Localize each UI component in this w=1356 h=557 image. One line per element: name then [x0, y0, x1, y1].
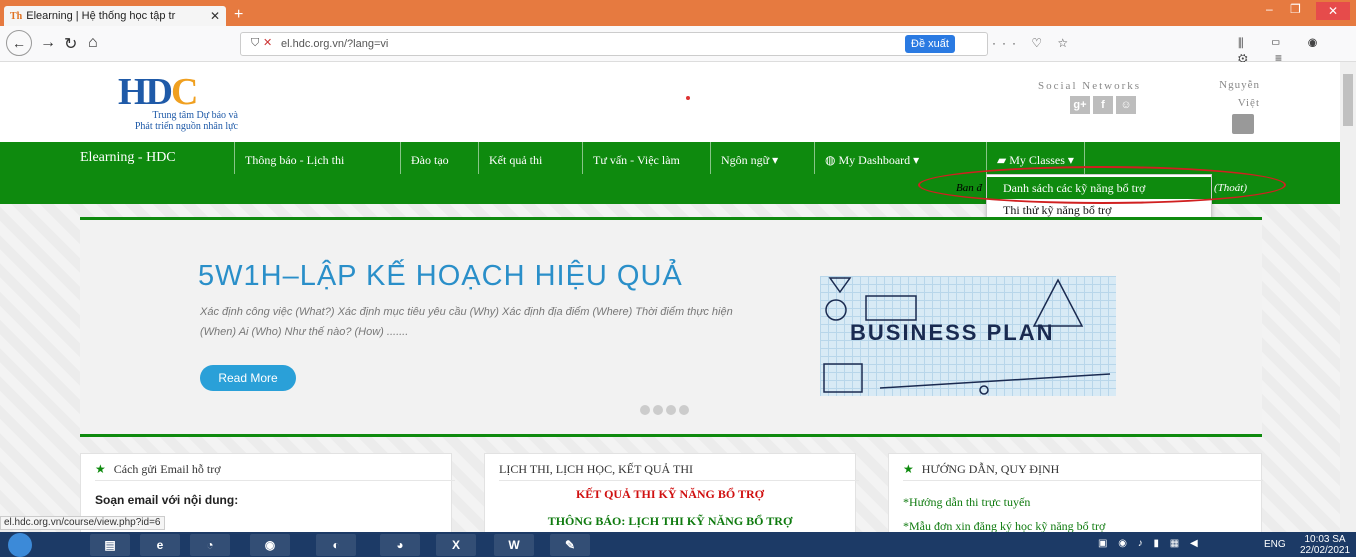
box2-divider: [499, 480, 859, 481]
suggest-button[interactable]: Đề xuất: [905, 35, 955, 53]
paint-taskbar-icon[interactable]: ✎: [550, 534, 590, 556]
user-first-name: Nguyễn: [1219, 79, 1260, 91]
nav-language[interactable]: Ngôn ngữ ▾: [710, 142, 788, 174]
back-icon[interactable]: ←: [6, 30, 32, 56]
insecure-lock-icon[interactable]: ✕: [263, 36, 272, 49]
scroll-thumb[interactable]: [1343, 74, 1353, 126]
business-plan-text: BUSINESS PLAN: [850, 320, 1055, 345]
nav-my-dashboard-label: My Dashboard ▾: [838, 153, 920, 167]
shield-icon[interactable]: ⛉: [251, 37, 259, 50]
highlight-ellipse: [918, 166, 1286, 204]
star-icon: ★: [95, 462, 106, 476]
clock-time: 10:03 SA: [1304, 534, 1346, 545]
home-icon[interactable]: ⌂: [88, 34, 98, 52]
browser-tab[interactable]: Th Elearning | Hệ thống học tập tr ✕: [4, 6, 226, 26]
site-logo[interactable]: HDC: [118, 70, 198, 114]
guide-box: ★ HƯỚNG DẪN, QUY ĐỊNH *Hướng dẫn thi trực…: [888, 453, 1263, 532]
reload-icon[interactable]: ↻: [64, 34, 77, 54]
web-page: HDC Trung tâm Dự báo và Phát triển nguồn…: [0, 62, 1356, 532]
nav-notices[interactable]: Thông báo - Lịch thi: [234, 142, 354, 174]
system-clock[interactable]: 10:03 SA 22/02/2021: [1300, 534, 1350, 556]
read-more-button[interactable]: Read More: [200, 365, 296, 391]
minimize-icon[interactable]: –: [1266, 2, 1273, 16]
firefox-taskbar-icon[interactable]: ◕: [380, 534, 420, 556]
business-plan-image: BUSINESS PLAN: [820, 276, 1116, 396]
start-button[interactable]: [8, 533, 32, 557]
nav-careers[interactable]: Tư vấn - Việc làm: [582, 142, 690, 174]
chat-icon[interactable]: ☺: [1116, 96, 1136, 114]
slider-dot-4[interactable]: [679, 405, 689, 415]
user-last-name: Việt: [1237, 97, 1260, 109]
user-name[interactable]: Nguyễn Việt: [1206, 76, 1260, 112]
excel-taskbar-icon[interactable]: X: [436, 534, 476, 556]
chrome-taskbar-icon[interactable]: ◉: [250, 534, 290, 556]
url-text: el.hdc.org.vn/?lang=vi: [281, 38, 389, 50]
box3-title-text: HƯỚNG DẪN, QUY ĐỊNH: [921, 462, 1060, 476]
logo-sub-line-2: Phát triển nguồn nhân lực: [134, 121, 238, 132]
box1-title-text: Cách gửi Email hỗ trợ: [113, 462, 221, 476]
logo-text: HD: [118, 71, 173, 113]
logo-subtitle: Trung tâm Dự báo và Phát triển nguồn nhâ…: [90, 110, 238, 132]
address-bar[interactable]: ⛉ ✕ el.hdc.org.vn/?lang=vi: [240, 32, 988, 56]
box2-title: LỊCH THI, LỊCH HỌC, KẾT QUẢ THI: [499, 462, 693, 476]
ie-taskbar-icon[interactable]: e: [140, 534, 180, 556]
user-avatar-icon[interactable]: [1232, 114, 1254, 134]
box3-link2[interactable]: *Mẫu đơn xin đăng ký học kỹ năng bổ trợ: [903, 519, 1105, 532]
page-actions-icons[interactable]: ··· ♡ ☆: [992, 36, 1074, 50]
logo-accent: C: [171, 71, 198, 113]
close-tab-icon[interactable]: ✕: [210, 9, 220, 23]
box3-link1[interactable]: *Hướng dẫn thi trực tuyến: [903, 495, 1030, 510]
decorative-dot: [686, 96, 690, 100]
slider-dot-3[interactable]: [666, 405, 676, 415]
dashboard-icon: ◍: [825, 153, 839, 167]
social-icons: g+ f ☺: [1070, 96, 1136, 114]
slider-dot-2[interactable]: [653, 405, 663, 415]
favicon-icon: Th: [10, 10, 23, 22]
slide-description: Xác định công việc (What?) Xác định mục …: [200, 306, 733, 338]
box1-title: ★ Cách gửi Email hỗ trợ: [95, 462, 221, 477]
clock-date: 22/02/2021: [1300, 545, 1351, 556]
box1-line1: Soạn email với nội dung:: [95, 493, 239, 507]
firefox-old-taskbar-icon[interactable]: ◔: [190, 534, 230, 556]
nav-my-dashboard[interactable]: ◍ My Dashboard ▾: [814, 142, 929, 174]
slider-dot-1[interactable]: [640, 405, 650, 415]
tab-bar: Th Elearning | Hệ thống học tập tr ✕ + –…: [0, 0, 1356, 26]
window-close-button[interactable]: ✕: [1316, 2, 1350, 20]
schedule-box: LỊCH THI, LỊCH HỌC, KẾT QUẢ THI KẾT QUẢ …: [484, 453, 859, 532]
suggest-label: Đề xuất: [911, 38, 949, 50]
forward-icon[interactable]: →: [40, 34, 56, 52]
status-url: el.hdc.org.vn/course/view.php?id=6: [0, 516, 165, 530]
nav-training[interactable]: Đào tạo: [400, 142, 459, 174]
windows-taskbar: ▤ e ◔ ◉ ◐ ◕ X W ✎ ▣ ◉ ♪ ▮ ▦ ◀ ENG 10:03 …: [0, 532, 1356, 557]
explorer-taskbar-icon[interactable]: ▤: [90, 534, 130, 556]
slider-dots: [640, 405, 689, 415]
word-taskbar-icon[interactable]: W: [494, 534, 534, 556]
vertical-scrollbar[interactable]: [1340, 62, 1356, 532]
google-plus-icon[interactable]: g+: [1070, 96, 1090, 114]
slide-title: 5W1H–LẬP KẾ HOẠCH HIỆU QUẢ: [198, 260, 683, 292]
box2-link1[interactable]: KẾT QUẢ THI KỸ NĂNG BỔ TRỢ: [485, 487, 855, 502]
language-indicator[interactable]: ENG: [1264, 539, 1286, 550]
box3-divider: [903, 480, 1263, 481]
logo-sub-line-1: Trung tâm Dự báo và: [152, 110, 238, 121]
box3-title: ★ HƯỚNG DẪN, QUY ĐỊNH: [903, 462, 1059, 477]
nav-results[interactable]: Kết quả thi: [478, 142, 552, 174]
hero-slider: 5W1H–LẬP KẾ HOẠCH HIỆU QUẢ Xác định công…: [80, 217, 1262, 437]
box2-link2[interactable]: THÔNG BÁO: LỊCH THI KỸ NĂNG BỔ TRỢ: [485, 514, 855, 529]
edge-taskbar-icon[interactable]: ◐: [316, 534, 356, 556]
site-brand[interactable]: Elearning - HDC: [80, 150, 176, 166]
social-networks-title: Social Networks: [1038, 80, 1142, 92]
star-icon: ★: [903, 462, 914, 476]
tab-title: Elearning | Hệ thống học tập tr: [26, 10, 176, 22]
box1-divider: [95, 480, 455, 481]
system-tray-icons[interactable]: ▣ ◉ ♪ ▮ ▦ ◀: [1098, 538, 1202, 549]
facebook-icon[interactable]: f: [1093, 96, 1113, 114]
new-tab-icon[interactable]: +: [234, 6, 243, 24]
navigation-toolbar: ← → ↻ ⌂ ⛉ ✕ el.hdc.org.vn/?lang=vi Đề xu…: [0, 26, 1356, 65]
site-header: HDC Trung tâm Dự báo và Phát triển nguồn…: [0, 62, 1340, 142]
restore-icon[interactable]: ❐: [1290, 2, 1301, 16]
nav-my-classes-label: My Classes ▾: [1009, 153, 1074, 167]
briefcase-icon: ▰: [997, 153, 1010, 167]
